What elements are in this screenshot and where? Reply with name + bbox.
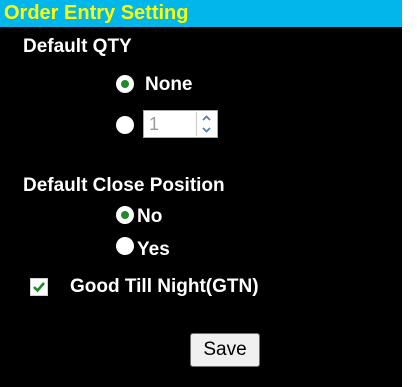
save-button[interactable]: Save [190,333,260,367]
close-position-yes-radio[interactable] [116,237,134,255]
chevron-down-icon [202,127,211,133]
close-position-no-label: No [137,206,163,227]
gtn-label: Good Till Night(GTN) [70,276,259,297]
panel-title: Order Entry Setting [0,0,402,27]
close-position-yes-label: Yes [137,239,170,260]
checkmark-icon [33,282,45,293]
quantity-stepper [143,110,218,138]
quantity-input[interactable] [145,112,193,136]
gtn-checkbox[interactable] [30,278,48,296]
close-position-no-radio[interactable] [116,206,134,224]
radio-selected-dot [121,211,129,219]
quantity-spinner [196,112,216,136]
order-entry-setting-panel: Order Entry Setting Default QTY None Def… [0,0,402,387]
default-qty-label: Default QTY [23,36,132,57]
chevron-up-icon [202,115,211,121]
qty-none-label: None [145,74,193,95]
default-close-position-label: Default Close Position [23,175,225,196]
qty-custom-radio[interactable] [116,116,134,134]
spin-up-button[interactable] [197,112,216,124]
qty-none-radio[interactable] [116,75,134,93]
radio-selected-dot [121,80,129,88]
spin-down-button[interactable] [197,124,216,136]
